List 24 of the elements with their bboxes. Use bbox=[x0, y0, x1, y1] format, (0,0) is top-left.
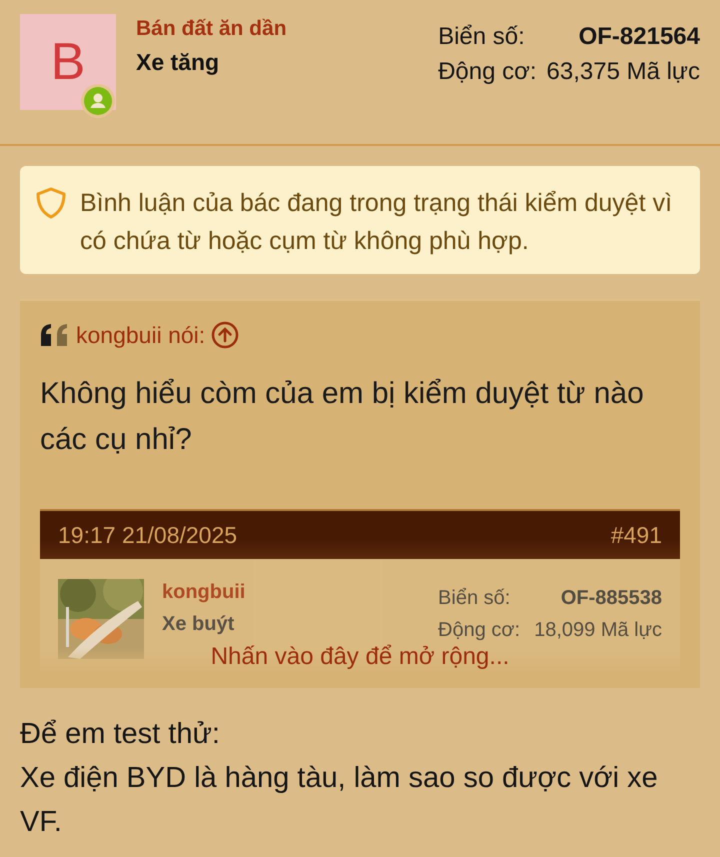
shield-icon bbox=[34, 186, 68, 220]
expand-link[interactable]: Nhấn vào đây để mở rộng... bbox=[210, 643, 510, 670]
username[interactable]: Xe tăng bbox=[136, 46, 438, 78]
post-time: 19:17 21/08/2025 bbox=[58, 522, 238, 548]
post-text: Để em test thử: bbox=[20, 717, 221, 752]
stat-label: Động cơ: bbox=[438, 57, 537, 87]
arrow-up-circle-icon[interactable] bbox=[211, 321, 240, 349]
stat-label: Biển số: bbox=[438, 587, 512, 609]
username[interactable]: Xe buýt bbox=[162, 609, 438, 639]
user-title: kongbuii bbox=[162, 580, 246, 605]
post-number[interactable]: #491 bbox=[610, 522, 662, 548]
avatar[interactable]: B bbox=[20, 14, 116, 110]
quote-icon bbox=[40, 323, 70, 347]
quote-author[interactable]: kongbuii nói: bbox=[76, 322, 206, 348]
quote-text: Không hiểu còm của em bị kiểm duyệt từ nào các cụ nhỉ? bbox=[40, 376, 645, 458]
stat-label: Biển số: bbox=[438, 22, 526, 52]
stat-value: 63,375 Mã lực bbox=[546, 57, 700, 87]
user-title: Bán đất ăn dần bbox=[136, 16, 288, 42]
stat-value: 18,099 Mã lực bbox=[534, 619, 662, 641]
post-text: Xe điện BYD là hàng tàu, làm sao so được với xe VF. bbox=[20, 761, 659, 840]
moderation-notice: Bình luận của bác đang trong trạng thái kiểm duyệt vì có chứa từ hoặc cụm từ không phù hợp. bbox=[80, 188, 674, 257]
stat-value: OF-885538 bbox=[560, 587, 662, 609]
stat-label: Động cơ: bbox=[438, 619, 520, 641]
stat-value: OF-821564 bbox=[578, 22, 700, 52]
